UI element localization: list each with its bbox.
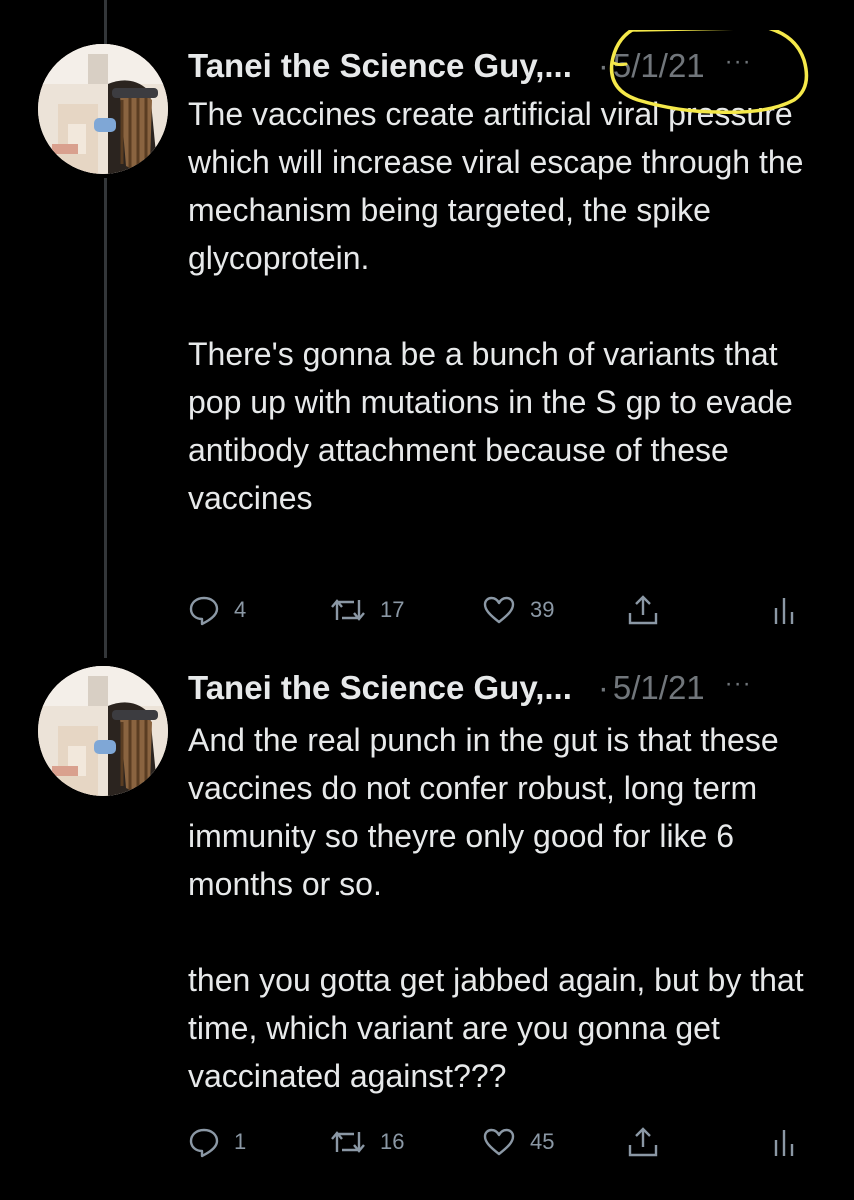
reply-icon [189,1128,219,1158]
tweet-paragraph: then you gotta get jabbed again, but by … [188,962,804,1094]
highlight-annotation [609,30,809,114]
reply-icon [189,596,219,626]
analytics-icon [774,1130,794,1156]
tweet[interactable]: Tanei the Science Guy,... · 5/1/21 ··· T… [0,30,854,644]
tweet-thread: Tanei the Science Guy,... · 5/1/21 ··· T… [0,0,854,1200]
more-options-icon[interactable]: ··· [725,670,752,698]
heart-icon [483,1128,515,1156]
author-name[interactable]: Tanei the Science Guy,... [188,47,572,85]
like-count: 39 [530,597,555,622]
author-name[interactable]: Tanei the Science Guy,... [188,669,572,707]
separator-dot: · [597,669,609,706]
retweet-button[interactable]: 16 [330,1122,404,1162]
tweet-paragraph: There's gonna be a bunch of variants tha… [188,336,793,516]
tweet-date[interactable]: 5/1/21 [613,669,705,707]
previous-tweet-actions [0,0,854,12]
share-button[interactable] [626,1122,660,1162]
thread-line [104,0,107,44]
retweet-count: 16 [380,1129,405,1154]
avatar[interactable] [38,44,168,174]
retweet-button[interactable]: 17 [330,590,404,630]
tweet[interactable]: Tanei the Science Guy,... · 5/1/21 ··· A… [0,666,854,1200]
tweet-actions: 4 17 39 [188,590,808,630]
retweet-icon [331,1131,365,1153]
like-count: 45 [530,1129,555,1154]
analytics-button[interactable] [772,1122,796,1162]
heart-icon [483,596,515,624]
retweet-icon [331,599,365,621]
tweet-actions: 1 16 45 [188,1122,808,1162]
tweet-text: And the real punch in the gut is that th… [188,716,828,1100]
avatar-image [38,666,168,796]
tweet-header: Tanei the Science Guy,... · 5/1/21 ··· [188,666,828,710]
reply-count: 4 [234,597,247,622]
avatar[interactable] [38,666,168,796]
share-button[interactable] [626,590,660,630]
share-icon [628,595,658,625]
retweet-count: 17 [380,597,405,622]
reply-button[interactable]: 1 [188,1122,246,1162]
reply-count: 1 [234,1129,247,1154]
share-icon [628,1127,658,1157]
avatar-image [38,44,168,174]
reply-button[interactable]: 4 [188,590,246,630]
like-button[interactable]: 45 [482,1122,554,1162]
like-button[interactable]: 39 [482,590,554,630]
tweet-paragraph: And the real punch in the gut is that th… [188,722,779,902]
analytics-button[interactable] [772,590,796,630]
analytics-icon [774,598,794,624]
